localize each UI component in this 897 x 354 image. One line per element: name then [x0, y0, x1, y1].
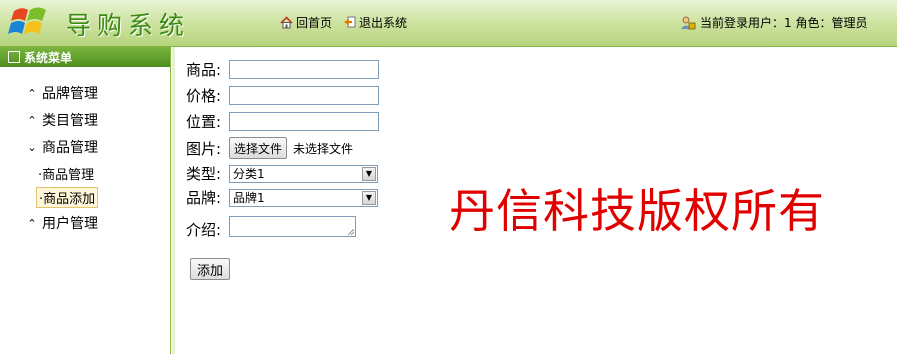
intro-textarea[interactable]: [229, 216, 356, 237]
position-row: 位置:: [186, 111, 379, 132]
price-input[interactable]: [229, 86, 379, 105]
type-selected-value: 分类1: [233, 167, 265, 181]
logout-link[interactable]: 退出系统: [343, 14, 407, 31]
home-label: 回首页: [296, 16, 333, 30]
dropdown-arrow-icon: ▼: [362, 166, 376, 181]
windows-logo-icon: [8, 7, 46, 34]
position-input[interactable]: [229, 112, 379, 131]
subitem-label: 商品管理: [42, 168, 95, 183]
home-icon: [280, 16, 293, 29]
menu-edit-icon: [8, 51, 20, 63]
logout-label: 退出系统: [359, 16, 408, 30]
brand-row: 品牌: 品牌1 ▼: [186, 187, 378, 208]
sidebar-item-user[interactable]: ⌃ 用户管理: [26, 213, 98, 233]
sidebar-divider: [172, 47, 175, 354]
price-row: 价格:: [186, 85, 379, 106]
name-row: 商品:: [186, 59, 379, 80]
sidebar-subitem-product-manage[interactable]: ·商品管理: [36, 164, 96, 183]
name-input[interactable]: [229, 60, 379, 79]
file-status: 未选择文件: [293, 141, 354, 156]
app-title: 导购系统: [66, 11, 191, 40]
sidebar-title: 系统菜单: [24, 50, 73, 65]
sidebar-item-brand[interactable]: ⌃ 品牌管理: [26, 83, 98, 103]
name-label: 商品:: [186, 61, 222, 79]
sidebar-item-label: 品牌管理: [42, 86, 98, 102]
sidebar-header: 系统菜单: [0, 47, 170, 67]
chevron-down-icon: ⌄: [27, 140, 37, 154]
user-info-text: 当前登录用户：1 角色：管理员: [700, 16, 868, 30]
sidebar-item-label: 商品管理: [42, 140, 98, 156]
type-select[interactable]: 分类1 ▼: [229, 164, 378, 183]
resize-grip-icon[interactable]: [348, 229, 354, 235]
chevron-up-icon: ⌃: [27, 216, 37, 230]
position-label: 位置:: [186, 113, 222, 131]
type-row: 类型: 分类1 ▼: [186, 163, 378, 184]
sidebar-item-label: 类目管理: [42, 113, 98, 129]
brand-selected-value: 品牌1: [233, 191, 265, 205]
add-button[interactable]: 添加: [190, 258, 231, 280]
user-lock-icon: [681, 16, 696, 29]
sidebar-item-label: 用户管理: [42, 216, 98, 232]
image-row: 图片: 选择文件 未选择文件: [186, 137, 353, 159]
subitem-label: 商品添加: [43, 192, 96, 207]
intro-row: 介绍:: [186, 213, 356, 240]
sidebar-item-product[interactable]: ⌄ 商品管理: [26, 137, 98, 157]
logout-icon: [344, 16, 356, 28]
brand-select[interactable]: 品牌1 ▼: [229, 188, 378, 207]
image-label: 图片:: [186, 139, 222, 158]
intro-label: 介绍:: [186, 221, 222, 239]
chevron-up-icon: ⌃: [27, 86, 37, 100]
dropdown-arrow-icon: ▼: [362, 190, 376, 205]
sidebar-item-category[interactable]: ⌃ 类目管理: [26, 110, 98, 130]
top-header: 导购系统 回首页 退出系统 当前登录用户：1 角色：管理员: [0, 0, 897, 47]
copyright-watermark: 丹信科技版权所有: [449, 184, 825, 238]
brand-label: 品牌:: [186, 189, 222, 207]
choose-file-button[interactable]: 选择文件: [229, 137, 288, 159]
type-label: 类型:: [186, 165, 222, 183]
home-link[interactable]: 回首页: [280, 14, 332, 31]
sidebar-subitem-product-add[interactable]: ·商品添加: [36, 187, 99, 208]
user-info: 当前登录用户：1 角色：管理员: [680, 14, 867, 31]
price-label: 价格:: [186, 87, 222, 105]
chevron-up-icon: ⌃: [27, 113, 37, 127]
